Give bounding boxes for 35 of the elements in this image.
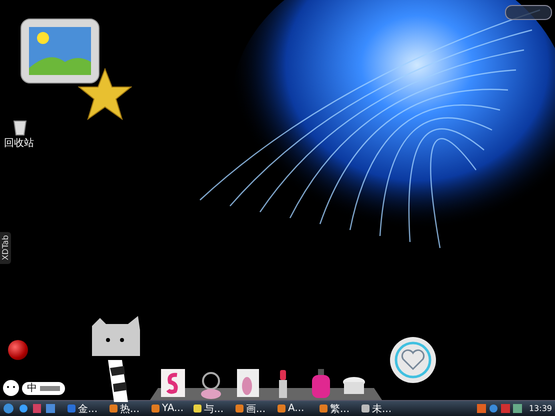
star-icon [78,68,132,120]
widget-pill[interactable] [505,5,552,20]
recycle-bin-label[interactable]: 回收站 [4,136,34,150]
browser-icon[interactable] [19,404,28,413]
app-icon [235,404,244,413]
globe-icon[interactable] [488,404,498,413]
clock[interactable]: 13:39 [528,404,552,413]
app-icon [67,404,76,413]
recycle-bin-icon[interactable] [12,118,28,136]
app-icon[interactable] [476,404,486,413]
taskbar-button[interactable]: 热... [109,402,149,416]
heart-button-icon[interactable] [389,336,437,384]
app-icon [277,404,286,413]
smiley-icon[interactable] [2,379,20,397]
jar-icon[interactable] [342,376,366,396]
app-icon [319,404,328,413]
ball-icon[interactable] [8,340,28,360]
app-icon [361,404,370,413]
taskbar-button[interactable]: YA... [151,403,191,414]
lipstick-icon[interactable] [278,370,288,398]
start-orb-icon[interactable] [3,403,14,414]
taskbar-button[interactable]: 与... [193,402,233,416]
taskbar-button[interactable]: 画... [235,402,275,416]
app-icon [109,404,118,413]
app-icon [193,404,202,413]
app-icon [151,404,160,413]
side-tab[interactable]: XDTab [0,232,11,264]
perfume-icon[interactable] [311,369,331,399]
taskbar-button[interactable]: 金... [67,402,107,416]
input-method-bar[interactable]: 中 [22,382,65,394]
taskbar-button[interactable]: 繁... [319,402,359,416]
taskbar-button[interactable]: A... [277,403,317,414]
taskbar-button[interactable]: 未... [361,402,401,416]
picture-frame-icon[interactable] [20,18,100,84]
mirror-icon[interactable] [200,372,222,400]
